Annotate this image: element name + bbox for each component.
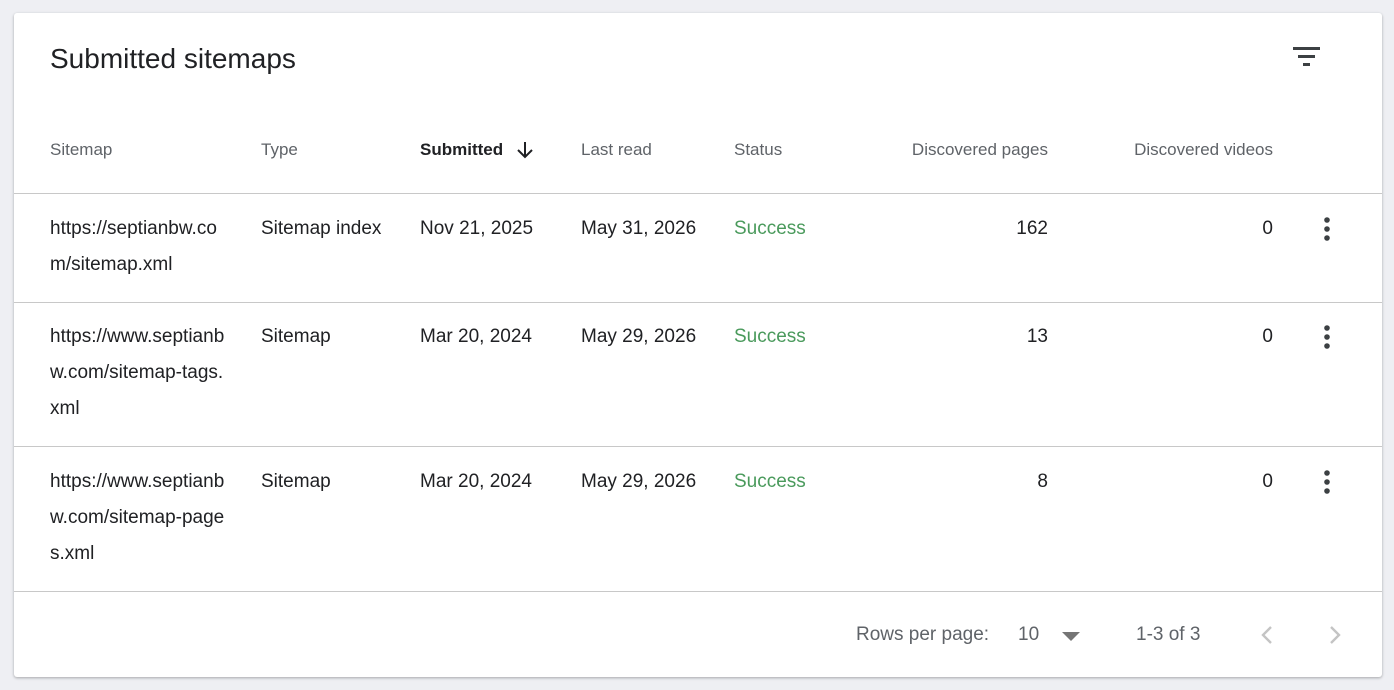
arrow-down-icon[interactable] xyxy=(514,139,536,161)
chevron-left-icon xyxy=(1261,626,1272,644)
discovered-pages-count: 162 xyxy=(1016,218,1048,239)
column-header-submitted[interactable]: Submitted xyxy=(420,140,503,160)
submitted-sitemaps-card: Submitted sitemaps Sitemap Type Submitte… xyxy=(14,13,1382,677)
column-header-type[interactable]: Type xyxy=(261,140,298,160)
table-row[interactable]: https://www.septianbw.com/sitemap-pages.… xyxy=(14,447,1382,592)
status-text: Success xyxy=(734,326,806,347)
more-vert-icon xyxy=(1324,325,1330,349)
more-actions-button[interactable] xyxy=(1312,214,1342,244)
discovered-pages-count: 13 xyxy=(1026,326,1048,347)
sitemap-url[interactable]: https://www.septianbw.com/sitemap-pages.… xyxy=(50,464,230,572)
submitted-date: Mar 20, 2024 xyxy=(420,326,532,347)
column-header-discovered-videos[interactable]: Discovered videos xyxy=(1073,140,1273,160)
discovered-pages-count: 8 xyxy=(1037,471,1048,492)
more-vert-icon xyxy=(1324,217,1330,241)
more-vert-icon xyxy=(1324,470,1330,494)
chevron-right-icon xyxy=(1330,626,1341,644)
sitemap-type: Sitemap xyxy=(261,471,331,492)
sitemap-url[interactable]: https://septianbw.com/sitemap.xml xyxy=(50,211,230,283)
rows-per-page-value: 10 xyxy=(1018,624,1040,645)
table-row[interactable]: https://www.septianbw.com/sitemap-tags.x… xyxy=(14,303,1382,447)
discovered-videos-count: 0 xyxy=(1262,471,1273,492)
next-page-button[interactable] xyxy=(1318,619,1350,651)
filter-button[interactable] xyxy=(1290,43,1324,73)
sitemap-url[interactable]: https://www.septianbw.com/sitemap-tags.x… xyxy=(50,319,230,427)
status-text: Success xyxy=(734,471,806,492)
table-row[interactable]: https://septianbw.com/sitemap.xml Sitema… xyxy=(14,194,1382,303)
more-actions-button[interactable] xyxy=(1312,467,1342,497)
filter-icon xyxy=(1293,47,1320,66)
discovered-videos-count: 0 xyxy=(1262,218,1273,239)
sitemap-type: Sitemap index xyxy=(261,218,382,239)
discovered-videos-count: 0 xyxy=(1262,326,1273,347)
column-header-sitemap[interactable]: Sitemap xyxy=(50,140,112,160)
column-header-last-read[interactable]: Last read xyxy=(581,140,652,160)
column-header-discovered-pages[interactable]: Discovered pages xyxy=(848,140,1048,160)
rows-per-page-label: Rows per page: xyxy=(856,624,990,645)
pagination-range: 1-3 of 3 xyxy=(1136,624,1201,645)
previous-page-button[interactable] xyxy=(1252,619,1284,651)
last-read-date: May 29, 2026 xyxy=(581,471,697,492)
dropdown-arrow-icon xyxy=(1062,632,1080,641)
last-read-date: May 31, 2026 xyxy=(581,218,697,239)
submitted-date: Nov 21, 2025 xyxy=(420,218,534,239)
status-text: Success xyxy=(734,218,806,239)
column-header-status[interactable]: Status xyxy=(734,140,782,160)
more-actions-button[interactable] xyxy=(1312,322,1342,352)
table-header-row: Sitemap Type Submitted Last read Status … xyxy=(14,121,1382,194)
card-title: Submitted sitemaps xyxy=(50,43,296,74)
submitted-date: Mar 20, 2024 xyxy=(420,471,532,492)
pagination-footer: Rows per page: 10 1-3 of 3 xyxy=(14,593,1382,677)
last-read-date: May 29, 2026 xyxy=(581,326,697,347)
rows-per-page-select[interactable]: 10 xyxy=(1018,619,1088,651)
sitemap-type: Sitemap xyxy=(261,326,331,347)
